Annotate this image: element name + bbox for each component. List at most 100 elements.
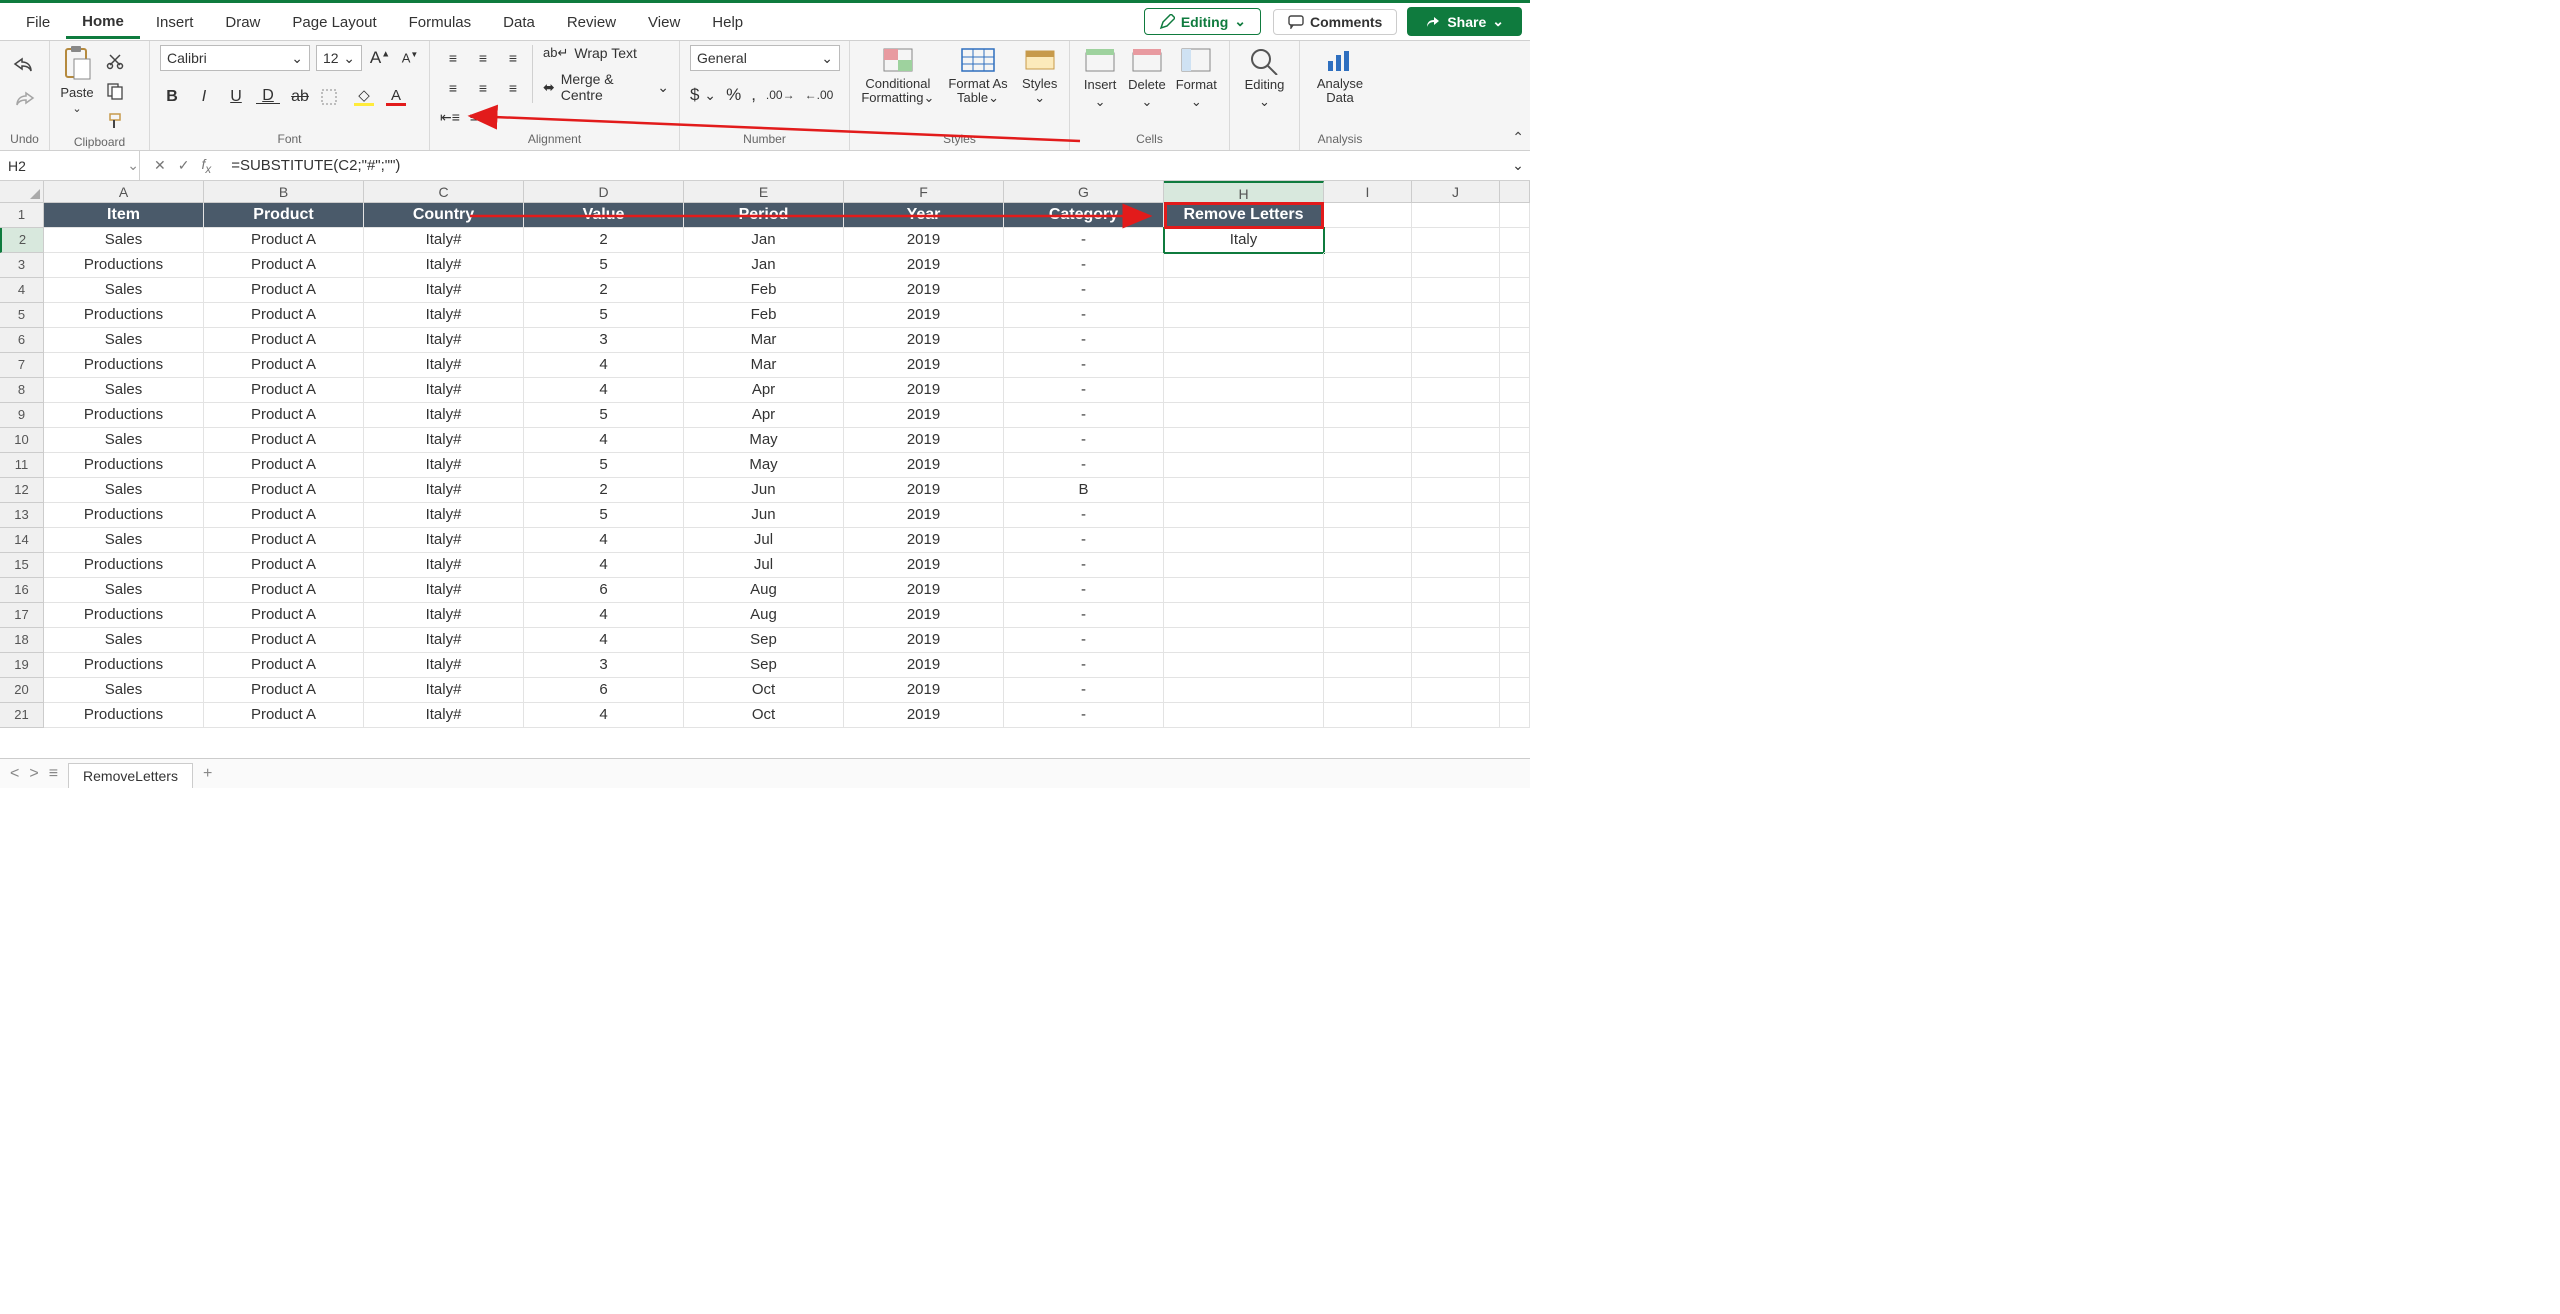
cell[interactable]: Product A bbox=[204, 328, 364, 353]
cell[interactable] bbox=[1412, 378, 1500, 403]
cell[interactable] bbox=[1324, 528, 1412, 553]
wrap-text-button[interactable]: ab↵Wrap Text bbox=[543, 45, 669, 61]
row-header[interactable]: 12 bbox=[0, 478, 44, 503]
select-all-corner[interactable] bbox=[0, 181, 44, 202]
cell[interactable]: 6 bbox=[524, 578, 684, 603]
cell[interactable]: Product A bbox=[204, 378, 364, 403]
cell[interactable] bbox=[1164, 578, 1324, 603]
cell[interactable] bbox=[1324, 428, 1412, 453]
cell[interactable]: 4 bbox=[524, 703, 684, 728]
header-cell[interactable] bbox=[1324, 203, 1412, 228]
row-header[interactable]: 18 bbox=[0, 628, 44, 653]
header-cell[interactable]: Item bbox=[44, 203, 204, 228]
align-left-button[interactable]: ≡ bbox=[440, 75, 466, 101]
row-header[interactable]: 10 bbox=[0, 428, 44, 453]
col-header-A[interactable]: A bbox=[44, 181, 204, 202]
cell[interactable] bbox=[1412, 528, 1500, 553]
cut-button[interactable] bbox=[102, 49, 130, 73]
cell[interactable] bbox=[1500, 478, 1530, 503]
cell[interactable] bbox=[1324, 453, 1412, 478]
cell[interactable]: - bbox=[1004, 453, 1164, 478]
cell[interactable]: 2019 bbox=[844, 503, 1004, 528]
cell[interactable]: Italy# bbox=[364, 228, 524, 253]
decrease-decimal-button[interactable]: ←.00 bbox=[805, 88, 834, 102]
cell[interactable]: 4 bbox=[524, 528, 684, 553]
cell[interactable]: Productions bbox=[44, 553, 204, 578]
cell[interactable] bbox=[1412, 703, 1500, 728]
cell[interactable] bbox=[1324, 653, 1412, 678]
cell[interactable]: Product A bbox=[204, 603, 364, 628]
cell[interactable]: Jun bbox=[684, 478, 844, 503]
cell[interactable] bbox=[1500, 253, 1530, 278]
cell[interactable] bbox=[1164, 603, 1324, 628]
row-header[interactable]: 13 bbox=[0, 503, 44, 528]
cell[interactable]: May bbox=[684, 453, 844, 478]
cell[interactable]: Sales bbox=[44, 328, 204, 353]
cell[interactable]: 2019 bbox=[844, 528, 1004, 553]
cell[interactable]: Sales bbox=[44, 678, 204, 703]
cell[interactable]: Product A bbox=[204, 678, 364, 703]
cell[interactable]: Apr bbox=[684, 378, 844, 403]
format-painter-button[interactable] bbox=[102, 109, 130, 133]
cell[interactable]: Sales bbox=[44, 628, 204, 653]
cell[interactable]: Product A bbox=[204, 278, 364, 303]
row-header[interactable]: 14 bbox=[0, 528, 44, 553]
cell[interactable]: Apr bbox=[684, 403, 844, 428]
cell[interactable] bbox=[1164, 503, 1324, 528]
align-right-button[interactable]: ≡ bbox=[500, 75, 526, 101]
underline-button[interactable]: U bbox=[224, 88, 248, 106]
cell[interactable]: - bbox=[1004, 653, 1164, 678]
tab-view[interactable]: View bbox=[632, 6, 696, 37]
cell[interactable]: Italy# bbox=[364, 703, 524, 728]
new-sheet-button[interactable]: + bbox=[203, 765, 212, 783]
tab-insert[interactable]: Insert bbox=[140, 6, 210, 37]
cell[interactable]: 2019 bbox=[844, 428, 1004, 453]
cell[interactable] bbox=[1412, 553, 1500, 578]
cell[interactable] bbox=[1164, 278, 1324, 303]
cell[interactable] bbox=[1164, 253, 1324, 278]
editing-menu-button[interactable]: Editing⌄ bbox=[1245, 45, 1285, 110]
cell[interactable]: Product A bbox=[204, 478, 364, 503]
cell[interactable]: - bbox=[1004, 303, 1164, 328]
cell[interactable]: Italy# bbox=[364, 328, 524, 353]
cell[interactable]: Italy# bbox=[364, 278, 524, 303]
cell[interactable] bbox=[1500, 503, 1530, 528]
cell[interactable]: Sales bbox=[44, 428, 204, 453]
cell[interactable] bbox=[1500, 628, 1530, 653]
cell[interactable]: Product A bbox=[204, 228, 364, 253]
decrease-indent-button[interactable]: ⇤≡ bbox=[440, 109, 460, 126]
cell[interactable]: Italy# bbox=[364, 428, 524, 453]
percent-format-button[interactable]: % bbox=[726, 85, 741, 105]
cell[interactable] bbox=[1412, 253, 1500, 278]
header-cell[interactable]: Period bbox=[684, 203, 844, 228]
cell[interactable]: 2019 bbox=[844, 253, 1004, 278]
cell[interactable] bbox=[1412, 603, 1500, 628]
cell[interactable] bbox=[1164, 378, 1324, 403]
cell[interactable] bbox=[1324, 478, 1412, 503]
col-header-I[interactable]: I bbox=[1324, 181, 1412, 202]
cell[interactable]: - bbox=[1004, 428, 1164, 453]
cell[interactable] bbox=[1412, 453, 1500, 478]
cell[interactable] bbox=[1500, 328, 1530, 353]
header-cell[interactable]: Country bbox=[364, 203, 524, 228]
cell[interactable] bbox=[1324, 703, 1412, 728]
cell[interactable]: Productions bbox=[44, 703, 204, 728]
editing-mode-button[interactable]: Editing ⌄ bbox=[1144, 8, 1261, 35]
row-header[interactable]: 8 bbox=[0, 378, 44, 403]
cell[interactable]: Product A bbox=[204, 303, 364, 328]
cell[interactable]: Italy# bbox=[364, 403, 524, 428]
row-header[interactable]: 20 bbox=[0, 678, 44, 703]
cell[interactable]: Product A bbox=[204, 553, 364, 578]
tab-home[interactable]: Home bbox=[66, 5, 140, 39]
cell[interactable]: Sep bbox=[684, 653, 844, 678]
borders-button[interactable] bbox=[320, 88, 344, 106]
cell[interactable]: Feb bbox=[684, 278, 844, 303]
cell[interactable]: 2019 bbox=[844, 453, 1004, 478]
cell[interactable]: 2019 bbox=[844, 303, 1004, 328]
cell[interactable]: 5 bbox=[524, 303, 684, 328]
cell[interactable]: 2019 bbox=[844, 403, 1004, 428]
col-header-F[interactable]: F bbox=[844, 181, 1004, 202]
cell[interactable]: Product A bbox=[204, 403, 364, 428]
tab-review[interactable]: Review bbox=[551, 6, 632, 37]
cell[interactable]: 2 bbox=[524, 478, 684, 503]
